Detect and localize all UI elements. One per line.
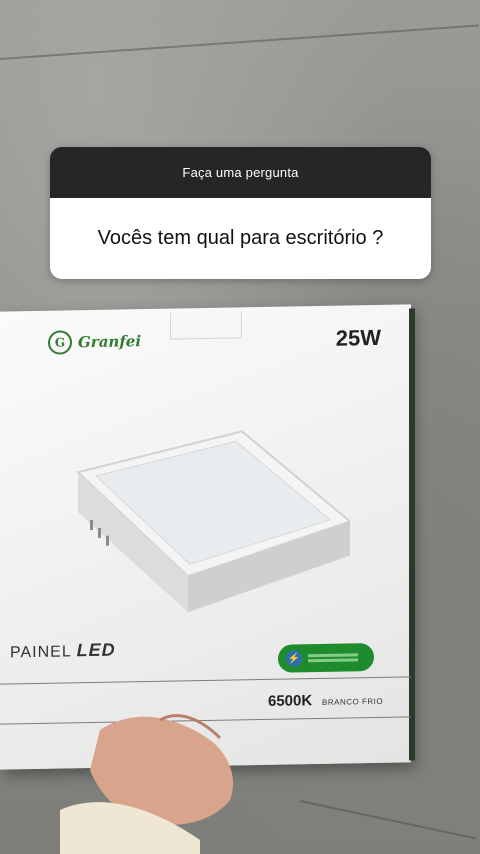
certification-badge: ⚡ (278, 643, 374, 673)
product-name-suffix: LED (76, 639, 116, 661)
box-side-edge (409, 308, 415, 761)
question-sticker[interactable]: Faça uma pergunta Vocês tem qual para es… (50, 147, 431, 279)
brand-name: Granfei (78, 332, 142, 352)
brand-logo-icon: G (48, 330, 72, 355)
brand-logo: G Granfei (48, 329, 141, 355)
wattage-label: 25W (335, 324, 381, 351)
product-name: PAINEL LED (10, 640, 116, 663)
product-name-prefix: PAINEL (10, 643, 72, 662)
box-divider (0, 676, 411, 685)
color-label: BRANCO FRIO (322, 696, 384, 707)
certification-badge-text (308, 651, 358, 664)
box-flap (170, 311, 242, 340)
led-panel-image (75, 430, 350, 613)
question-sticker-header: Faça uma pergunta (50, 147, 431, 198)
plug-icon: ⚡ (286, 650, 302, 667)
floor-crack (0, 24, 479, 60)
floor-crack (299, 800, 477, 840)
question-text: Vocês tem qual para escritório ? (50, 198, 431, 279)
color-temperature: 6500K (268, 692, 313, 710)
hand-holding-box (60, 714, 234, 854)
